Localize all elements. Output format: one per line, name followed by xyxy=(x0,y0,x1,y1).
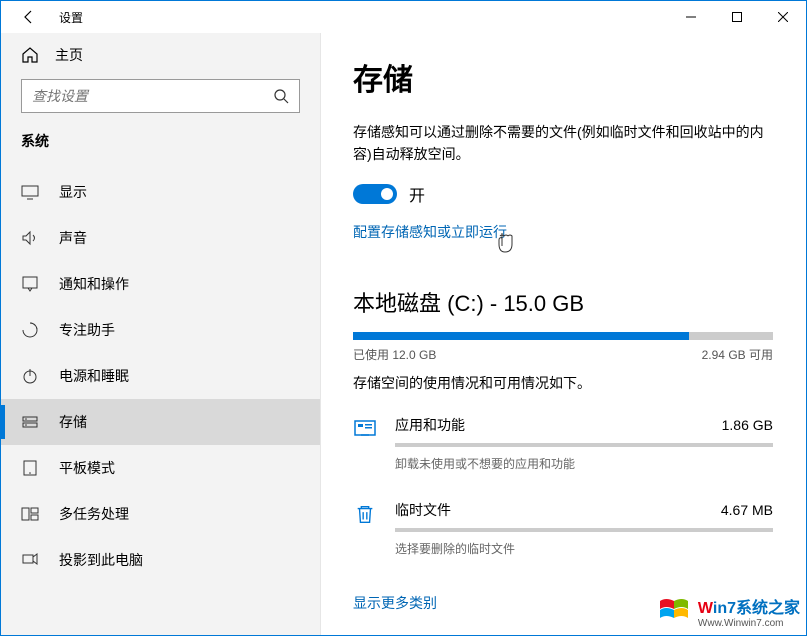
search-input[interactable] xyxy=(32,88,273,104)
windows-flag-icon xyxy=(656,593,692,629)
sound-icon xyxy=(21,229,39,247)
disk-bar xyxy=(353,332,773,340)
nav-label: 投影到此电脑 xyxy=(59,550,143,570)
trash-icon xyxy=(353,502,377,526)
nav-multitask[interactable]: 多任务处理 xyxy=(1,491,320,537)
nav-power[interactable]: 电源和睡眠 xyxy=(1,353,320,399)
nav-label: 声音 xyxy=(59,228,87,248)
category-bar xyxy=(395,528,773,532)
page-title: 存储 xyxy=(353,55,774,99)
usage-desc: 存储空间的使用情况和可用情况如下。 xyxy=(353,373,774,393)
watermark-brand: Win7系统之家 xyxy=(698,594,800,618)
nav-storage[interactable]: 存储 xyxy=(1,399,320,445)
group-title: 系统 xyxy=(1,131,320,169)
category-size: 4.67 MB xyxy=(721,502,773,518)
nav-display[interactable]: 显示 xyxy=(1,169,320,215)
cursor-icon xyxy=(497,232,515,254)
multitask-icon xyxy=(21,505,39,523)
nav-project[interactable]: 投影到此电脑 xyxy=(1,537,320,583)
category-sub: 选择要删除的临时文件 xyxy=(395,540,773,557)
disk-bar-fill xyxy=(353,332,689,340)
configure-link-label: 配置存储感知或立即运行 xyxy=(353,224,507,240)
nav-label: 多任务处理 xyxy=(59,504,129,524)
category-title: 应用和功能 xyxy=(395,415,465,435)
configure-link[interactable]: 配置存储感知或立即运行 xyxy=(353,222,507,242)
nav-focus[interactable]: 专注助手 xyxy=(1,307,320,353)
sidebar: 主页 系统 显示 声音 通知和操作 专注助手 电源和睡眠 xyxy=(1,33,321,635)
free-label: 2.94 GB 可用 xyxy=(702,346,773,363)
nav-label: 电源和睡眠 xyxy=(59,366,129,386)
maximize-button[interactable] xyxy=(714,1,760,33)
category-size: 1.86 GB xyxy=(722,417,773,433)
apps-icon xyxy=(353,417,377,441)
category-bar xyxy=(395,443,773,447)
home-label: 主页 xyxy=(55,45,83,65)
watermark-url: Www.Winwin7.com xyxy=(698,618,800,629)
back-button[interactable] xyxy=(17,5,41,29)
search-icon xyxy=(273,88,289,104)
nav-label: 通知和操作 xyxy=(59,274,129,294)
storage-sense-desc: 存储感知可以通过删除不需要的文件(例如临时文件和回收站中的内容)自动释放空间。 xyxy=(353,121,773,166)
window-title: 设置 xyxy=(59,9,83,26)
toggle-label: 开 xyxy=(409,182,425,206)
nav-label: 显示 xyxy=(59,182,87,202)
nav-tablet[interactable]: 平板模式 xyxy=(1,445,320,491)
category-apps[interactable]: 应用和功能 1.86 GB 卸载未使用或不想要的应用和功能 xyxy=(353,415,773,472)
category-title: 临时文件 xyxy=(395,500,451,520)
category-temp[interactable]: 临时文件 4.67 MB 选择要删除的临时文件 xyxy=(353,500,773,557)
nav-sound[interactable]: 声音 xyxy=(1,215,320,261)
category-sub: 卸载未使用或不想要的应用和功能 xyxy=(395,455,773,472)
project-icon xyxy=(21,551,39,569)
nav-label: 存储 xyxy=(59,412,87,432)
storage-icon xyxy=(21,413,39,431)
search-box[interactable] xyxy=(21,79,300,113)
nav-label: 专注助手 xyxy=(59,320,115,340)
nav-notifications[interactable]: 通知和操作 xyxy=(1,261,320,307)
home-icon xyxy=(21,46,39,64)
nav-label: 平板模式 xyxy=(59,458,115,478)
tablet-icon xyxy=(21,459,39,477)
focus-icon xyxy=(21,321,39,339)
home-nav[interactable]: 主页 xyxy=(1,33,320,79)
used-label: 已使用 12.0 GB xyxy=(353,346,436,363)
display-icon xyxy=(21,183,39,201)
storage-sense-toggle[interactable] xyxy=(353,184,397,204)
content: 存储 存储感知可以通过删除不需要的文件(例如临时文件和回收站中的内容)自动释放空… xyxy=(321,33,806,635)
show-more-link[interactable]: 显示更多类别 xyxy=(353,593,437,613)
power-icon xyxy=(21,367,39,385)
notification-icon xyxy=(21,275,39,293)
watermark: Win7系统之家 Www.Winwin7.com xyxy=(656,593,800,629)
disk-heading: 本地磁盘 (C:) - 15.0 GB xyxy=(353,286,774,318)
close-button[interactable] xyxy=(760,1,806,33)
titlebar: 设置 xyxy=(1,1,806,33)
minimize-button[interactable] xyxy=(668,1,714,33)
